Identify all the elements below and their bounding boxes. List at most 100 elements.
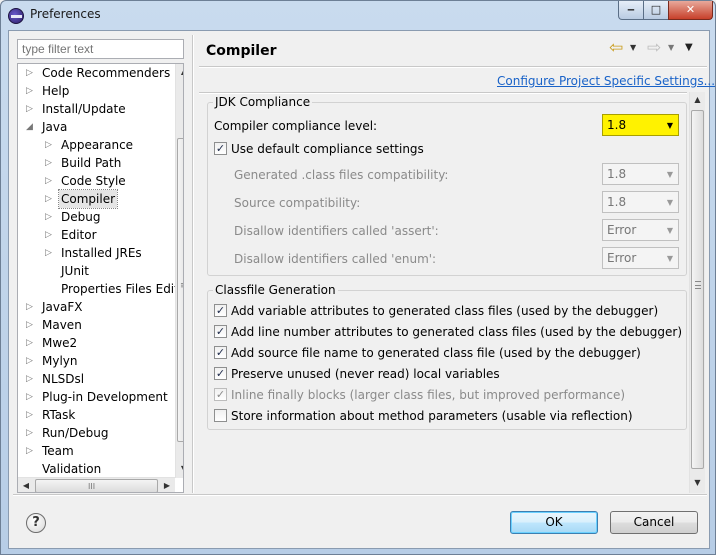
collapsed-arrow-icon[interactable]: ▷ xyxy=(26,442,35,460)
classfile-option-checkbox: ✓ xyxy=(214,388,227,401)
forward-history-dropdown-icon[interactable]: ▼ xyxy=(668,39,678,57)
header-divider xyxy=(199,66,707,68)
collapsed-arrow-icon[interactable]: ▷ xyxy=(45,154,54,172)
page-vertical-scrollbar[interactable]: ▲ ▼ xyxy=(689,92,705,493)
tree-item-label: NLSDsl xyxy=(42,372,85,386)
content-divider xyxy=(199,92,687,94)
collapsed-arrow-icon[interactable]: ▷ xyxy=(26,64,35,82)
configure-project-settings-link[interactable]: Configure Project Specific Settings... xyxy=(497,74,715,88)
tree-item-label: Properties Files Edito xyxy=(61,282,184,296)
dialog-body: ▷ Code Recommenders ▷ Help ▷ Install/Update ◢ J… xyxy=(8,30,715,549)
tree-item-label: Build Path xyxy=(61,156,122,170)
tree-item-label: JUnit xyxy=(61,264,89,278)
chevron-down-icon: ▼ xyxy=(666,198,673,207)
tree-item-label: Compiler xyxy=(57,189,119,209)
collapsed-arrow-icon[interactable]: ▷ xyxy=(26,100,35,118)
tree-item-label: RTask xyxy=(42,408,76,422)
tree-item-label: Java xyxy=(42,120,68,134)
collapsed-arrow-icon[interactable]: ▷ xyxy=(26,424,35,442)
tree-vertical-scrollbar[interactable]: ▲ ≡ ▼ xyxy=(175,64,183,478)
back-history-dropdown-icon[interactable]: ▼ xyxy=(630,39,640,57)
classfile-option-label[interactable]: Add source file name to generated class … xyxy=(231,346,641,360)
collapsed-arrow-icon[interactable]: ▷ xyxy=(26,82,35,100)
collapsed-arrow-icon[interactable]: ▷ xyxy=(45,244,54,262)
tree-item-label: Installed JREs xyxy=(61,246,142,260)
tree-item-label: Team xyxy=(42,444,74,458)
disallow-assert-select[interactable]: Error ▼ xyxy=(602,219,679,241)
source-compat-select[interactable]: 1.8 ▼ xyxy=(602,191,679,213)
collapsed-arrow-icon[interactable]: ▷ xyxy=(26,298,35,316)
classfile-option-label[interactable]: Store information about method parameter… xyxy=(231,409,633,423)
collapsed-arrow-icon[interactable]: ▷ xyxy=(45,208,54,226)
classfile-option-checkbox[interactable]: ✓ xyxy=(214,346,227,359)
title-bar[interactable]: Preferences ‒ □ ✕ xyxy=(1,1,715,29)
close-button[interactable]: ✕ xyxy=(668,1,713,20)
classfile-generation-group-label: Classfile Generation xyxy=(213,283,338,297)
tree-item-label: Run/Debug xyxy=(42,426,109,440)
classfile-option-checkbox[interactable]: ✓ xyxy=(214,367,227,380)
scroll-left-arrow-icon[interactable]: ◀ xyxy=(18,478,34,492)
pane-divider[interactable] xyxy=(192,35,194,493)
collapsed-arrow-icon[interactable]: ▷ xyxy=(45,190,54,208)
chevron-down-icon: ▼ xyxy=(666,170,673,179)
compliance-level-select[interactable]: 1.8 ▼ xyxy=(602,114,679,136)
tree-item-label: JavaFX xyxy=(42,300,83,314)
use-default-compliance-checkbox[interactable]: ✓ xyxy=(214,142,227,155)
scroll-down-arrow-icon[interactable]: ▼ xyxy=(690,475,705,491)
classfile-option-label[interactable]: Add line number attributes to generated … xyxy=(231,325,682,339)
view-menu-icon[interactable]: ▼ xyxy=(685,39,699,57)
generated-class-compat-value: 1.8 xyxy=(607,167,627,181)
forward-arrow-icon[interactable]: ⇨ xyxy=(647,39,667,57)
button-bar-divider xyxy=(13,494,707,496)
generated-class-compat-select[interactable]: 1.8 ▼ xyxy=(602,163,679,185)
chevron-down-icon: ▼ xyxy=(666,121,673,130)
maximize-button[interactable]: □ xyxy=(643,1,669,20)
collapsed-arrow-icon[interactable]: ▷ xyxy=(26,388,35,406)
page-title: Compiler xyxy=(206,43,277,59)
scroll-down-arrow-icon[interactable]: ▼ xyxy=(176,461,183,477)
collapsed-arrow-icon[interactable]: ▷ xyxy=(26,334,35,352)
page-vertical-thumb[interactable] xyxy=(691,110,704,469)
disallow-assert-label: Disallow identifiers called 'assert': xyxy=(234,224,439,238)
preference-tree: ▷ Code Recommenders ▷ Help ▷ Install/Update ◢ J… xyxy=(17,63,184,493)
disallow-enum-select[interactable]: Error ▼ xyxy=(602,247,679,269)
tree-item-label: Code Style xyxy=(61,174,126,188)
back-arrow-icon[interactable]: ⇦ xyxy=(609,39,629,57)
collapsed-arrow-icon[interactable]: ▷ xyxy=(45,172,54,190)
classfile-option-checkbox[interactable] xyxy=(214,409,227,422)
source-compat-value: 1.8 xyxy=(607,195,627,209)
tree-item-label: Code Recommenders xyxy=(42,66,171,80)
collapsed-arrow-icon[interactable]: ▷ xyxy=(45,136,54,154)
expanded-arrow-icon[interactable]: ◢ xyxy=(26,118,35,136)
chevron-down-icon: ▼ xyxy=(666,254,673,263)
generated-class-compat-label: Generated .class files compatibility: xyxy=(234,168,449,182)
source-compat-label: Source compatibility: xyxy=(234,196,361,210)
scroll-up-arrow-icon[interactable]: ▲ xyxy=(690,92,705,108)
help-icon[interactable]: ? xyxy=(26,513,46,533)
tree-horizontal-scrollbar[interactable]: ◀ III ▶ xyxy=(18,477,175,492)
filter-input[interactable] xyxy=(17,39,184,59)
chevron-down-icon: ▼ xyxy=(666,226,673,235)
classfile-option-label: Inline finally blocks (larger class file… xyxy=(231,388,626,402)
scroll-right-arrow-icon[interactable]: ▶ xyxy=(159,478,175,492)
classfile-option-label[interactable]: Add variable attributes to generated cla… xyxy=(231,304,658,318)
disallow-enum-value: Error xyxy=(607,251,637,265)
tree-item-label: Mylyn xyxy=(42,354,78,368)
window-title: Preferences xyxy=(30,7,101,21)
collapsed-arrow-icon[interactable]: ▷ xyxy=(45,226,54,244)
classfile-option-checkbox[interactable]: ✓ xyxy=(214,304,227,317)
classfile-option-label[interactable]: Preserve unused (never read) local varia… xyxy=(231,367,500,381)
collapsed-arrow-icon[interactable]: ▷ xyxy=(26,370,35,388)
collapsed-arrow-icon[interactable]: ▷ xyxy=(26,406,35,424)
cancel-button[interactable]: Cancel xyxy=(610,511,698,534)
use-default-compliance-label[interactable]: Use default compliance settings xyxy=(231,142,424,156)
classfile-option-checkbox[interactable]: ✓ xyxy=(214,325,227,338)
ok-button[interactable]: OK xyxy=(510,511,598,534)
scroll-up-arrow-icon[interactable]: ▲ xyxy=(176,64,183,80)
tree-item-label: Debug xyxy=(61,210,101,224)
collapsed-arrow-icon[interactable]: ▷ xyxy=(26,316,35,334)
collapsed-arrow-icon[interactable]: ▷ xyxy=(26,352,35,370)
tree-horizontal-thumb[interactable]: III xyxy=(35,479,158,492)
minimize-button[interactable]: ‒ xyxy=(618,1,644,20)
tree-vertical-thumb[interactable]: ≡ xyxy=(177,138,183,442)
